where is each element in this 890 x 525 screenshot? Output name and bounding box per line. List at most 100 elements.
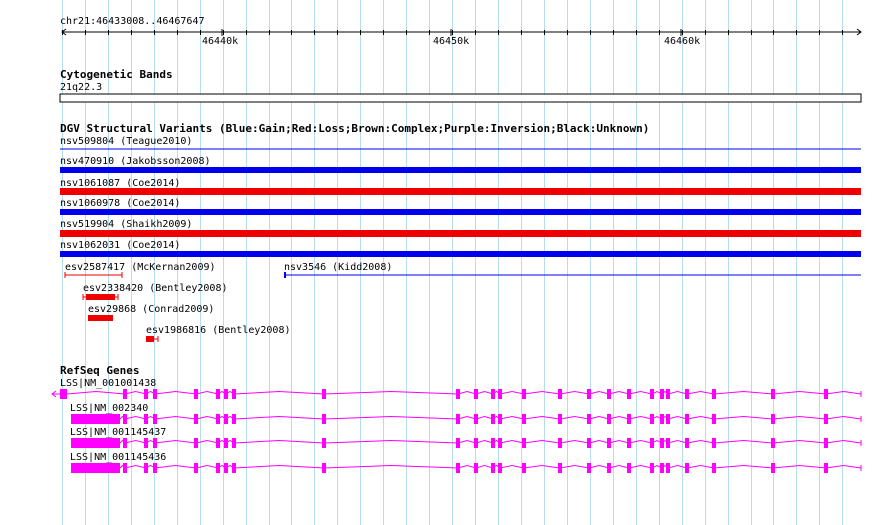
gene-utr <box>60 389 67 399</box>
gene-intron <box>119 464 862 469</box>
ruler-tick-label: 46460k <box>664 36 700 47</box>
gene-exon <box>650 389 654 399</box>
gene-exon <box>498 438 502 448</box>
gene-exon <box>558 414 562 424</box>
gene-exon <box>558 438 562 448</box>
gene-exon <box>771 389 775 399</box>
gene-exon <box>650 438 654 448</box>
gene-exon <box>771 414 775 424</box>
variant-label: nsv470910 (Jakobsson2008) <box>60 156 211 167</box>
variant-bar-gain[interactable] <box>60 167 861 173</box>
cytoband-ideogram <box>59 93 862 103</box>
gene-exon <box>224 414 228 424</box>
gene-exon <box>712 438 716 448</box>
refseq-track[interactable]: RefSeq Genes LSS|NM_001001438 LSS|NM_002… <box>51 364 862 473</box>
variant-bar-loss[interactable] <box>88 315 113 321</box>
gene-exon <box>712 389 716 399</box>
gene-exon <box>558 389 562 399</box>
cytoband-title: Cytogenetic Bands <box>60 68 173 81</box>
gene-exon <box>216 438 220 448</box>
gene-exon <box>194 414 198 424</box>
gene-exon <box>232 438 236 448</box>
gene-exon <box>824 438 828 448</box>
gene-exon <box>660 463 664 473</box>
ruler-tick-label: 46440k <box>202 36 238 47</box>
gene-exon <box>771 463 775 473</box>
gene-exon <box>123 389 127 399</box>
gene-exon <box>153 414 157 424</box>
gene-exon <box>474 414 478 424</box>
gene-exon <box>666 414 670 424</box>
gene-exon <box>666 463 670 473</box>
gene-model[interactable] <box>71 414 862 424</box>
gene-exon <box>123 414 127 424</box>
gene-exon <box>491 463 495 473</box>
variant-label: esv2338420 (Bentley2008) <box>83 283 228 294</box>
gene-utr <box>71 438 120 448</box>
ruler-track[interactable]: chr21:46433008..46467647 46440k 46450k 4… <box>60 16 862 47</box>
gene-exon <box>522 389 526 399</box>
variant-label: esv1986816 (Bentley2008) <box>146 325 291 336</box>
gene-exon <box>498 414 502 424</box>
gene-exon <box>824 414 828 424</box>
gene-exon <box>685 389 689 399</box>
gene-model[interactable] <box>71 463 862 473</box>
gene-model[interactable] <box>71 438 862 448</box>
gene-exon <box>650 463 654 473</box>
gene-exon <box>194 438 198 448</box>
genome-browser-panel: chr21:46433008..46467647 46440k 46450k 4… <box>51 0 862 525</box>
gene-exon <box>456 389 460 399</box>
gene-exon <box>474 463 478 473</box>
gene-exon <box>666 438 670 448</box>
gene-exon <box>666 389 670 399</box>
gene-exon <box>607 389 611 399</box>
gene-exon <box>216 463 220 473</box>
gene-exon <box>456 414 460 424</box>
gene-exon <box>627 414 631 424</box>
variant-bar-gain[interactable] <box>60 251 861 257</box>
gene-exon <box>491 414 495 424</box>
gene-exon <box>491 389 495 399</box>
ruler-tick-label: 46450k <box>433 36 469 47</box>
gene-exon <box>627 389 631 399</box>
gene-exon <box>627 463 631 473</box>
gene-exon <box>474 389 478 399</box>
gene-exon <box>123 438 127 448</box>
gene-label: LSS|NM_001001438 <box>60 378 156 389</box>
gene-exon <box>144 438 148 448</box>
gene-intron <box>66 390 862 395</box>
gene-utr <box>71 463 120 473</box>
gene-exon <box>322 463 326 473</box>
gene-label: LSS|NM_001145436 <box>70 452 166 463</box>
gene-exon <box>607 438 611 448</box>
gene-exon <box>558 463 562 473</box>
gene-label: LSS|NM_001145437 <box>70 427 166 438</box>
gene-exon <box>498 463 502 473</box>
cytoband-track[interactable]: Cytogenetic Bands 21q22.3 <box>59 68 862 103</box>
gene-exon <box>322 438 326 448</box>
gene-exon <box>123 463 127 473</box>
gene-model[interactable] <box>51 389 862 399</box>
gene-exon <box>144 389 148 399</box>
gene-exon <box>194 463 198 473</box>
gene-exon <box>153 463 157 473</box>
variant-bar-loss[interactable] <box>146 336 154 342</box>
gene-exon <box>522 463 526 473</box>
variant-bar-loss[interactable] <box>60 230 861 237</box>
gene-exon <box>144 414 148 424</box>
variant-bar-loss[interactable] <box>60 188 861 195</box>
gene-exon <box>824 463 828 473</box>
gene-exon <box>322 414 326 424</box>
gene-exon <box>153 389 157 399</box>
gene-exon <box>153 438 157 448</box>
gene-models[interactable] <box>51 389 862 473</box>
variant-bar-gain[interactable] <box>60 209 861 215</box>
gene-exon <box>224 463 228 473</box>
gene-exon <box>224 389 228 399</box>
gene-exon <box>771 438 775 448</box>
gene-exon <box>712 414 716 424</box>
variant-label: nsv1060978 (Coe2014) <box>60 198 180 209</box>
dgv-track[interactable]: DGV Structural Variants (Blue:Gain;Red:L… <box>60 122 861 342</box>
gene-exon <box>216 389 220 399</box>
gene-intron <box>119 439 862 444</box>
